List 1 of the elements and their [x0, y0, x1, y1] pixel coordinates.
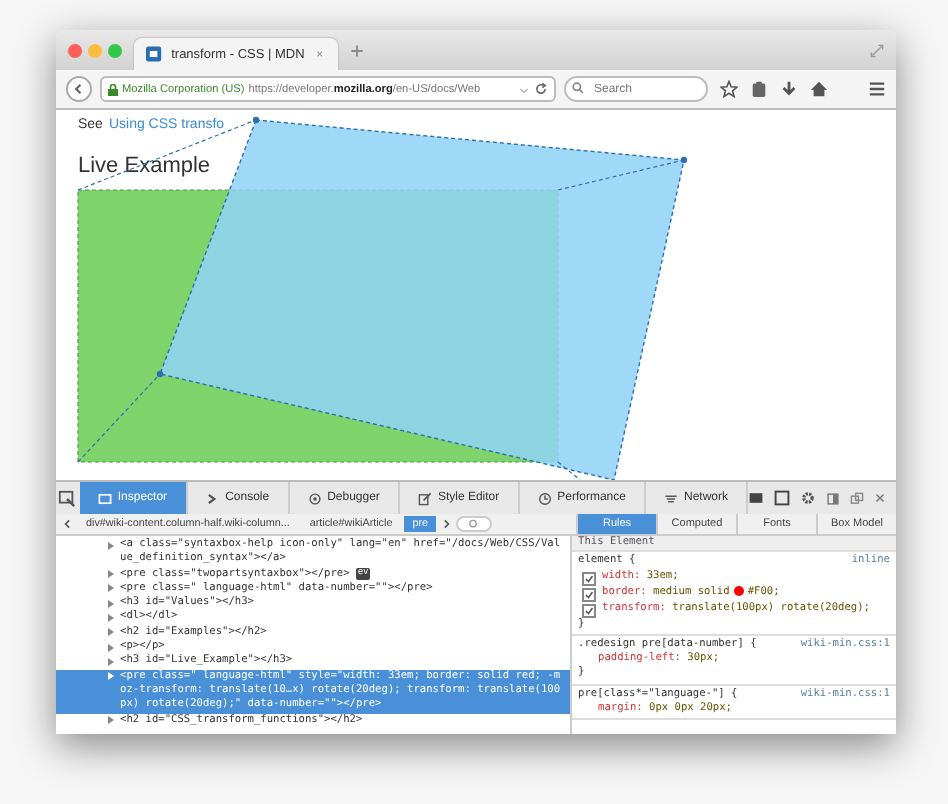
section-heading: Live Example: [78, 154, 211, 178]
